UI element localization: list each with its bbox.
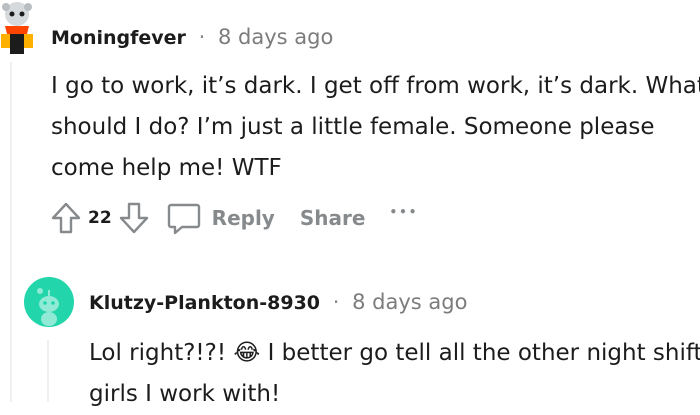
- comment-timestamp[interactable]: 8 days ago: [218, 25, 333, 49]
- author-name[interactable]: Moningfever: [51, 27, 186, 49]
- laughing-emoji-icon: 😂: [233, 340, 261, 366]
- comment-line: come help me! WTF: [51, 155, 282, 181]
- comment-line: girls I work with!: [89, 381, 281, 407]
- upvote-icon[interactable]: [50, 201, 82, 235]
- downvote-icon[interactable]: [118, 201, 150, 235]
- comment-line: I go to work, it’s dark. I get off from …: [51, 73, 700, 99]
- comment-2-meta: Klutzy-Plankton-8930 · 8 days ago: [89, 290, 467, 314]
- comment-1-meta: Moningfever · 8 days ago: [51, 25, 333, 49]
- thread-line-reply[interactable]: [47, 340, 49, 402]
- share-label: Share: [299, 206, 366, 230]
- author-name[interactable]: Klutzy-Plankton-8930: [89, 292, 320, 314]
- more-options-button[interactable]: •••: [389, 205, 418, 219]
- comment-2-body: Lol right?!?! 😂 I better go tell all the…: [89, 333, 700, 415]
- more-options-icon: •••: [389, 205, 419, 219]
- reply-button[interactable]: Reply: [166, 201, 275, 235]
- thread-line-main[interactable]: [10, 62, 12, 402]
- avatar-klutzy-plankton[interactable]: [24, 277, 74, 327]
- comment-line: Lol right?!?! 😂 I better go tell all the…: [89, 333, 700, 374]
- comment-1-body: I go to work, it’s dark. I get off from …: [51, 66, 700, 189]
- share-button[interactable]: Share: [300, 206, 366, 230]
- comment-1-actions: 22 Reply Share •••: [50, 199, 418, 237]
- reply-label: Reply: [211, 206, 275, 230]
- comment-timestamp[interactable]: 8 days ago: [352, 290, 467, 314]
- meta-separator: ·: [332, 290, 340, 314]
- comment-line: should I do? I’m just a little female. S…: [51, 114, 655, 140]
- snoo-avatar-icon: [1, 2, 33, 54]
- reply-bubble-icon: [167, 203, 200, 235]
- vote-count: 22: [88, 208, 112, 228]
- comment-text: I better go tell all the other night shi…: [260, 340, 700, 366]
- avatar-moningfever[interactable]: [0, 0, 37, 62]
- default-snoo-icon: [37, 288, 59, 326]
- meta-separator: ·: [198, 25, 206, 49]
- comment-text: Lol right?!?!: [89, 340, 234, 366]
